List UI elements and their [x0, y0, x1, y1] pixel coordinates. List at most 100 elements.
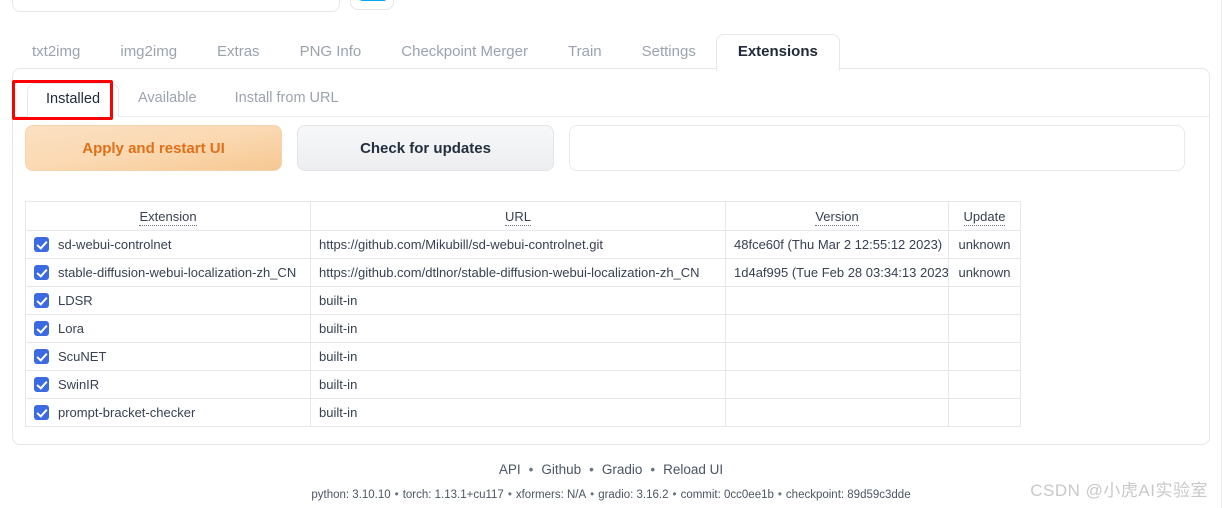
table-header-row: Extension URL Version Update: [25, 201, 1021, 231]
extension-name: SwinIR: [58, 377, 100, 392]
tab-txt2img[interactable]: txt2img: [12, 35, 100, 70]
table-row: ScuNET built-in: [25, 342, 1021, 371]
csdn-watermark: CSDN @小虎AI实验室: [1030, 481, 1208, 500]
table-row: SwinIR built-in: [25, 370, 1021, 399]
tab-settings[interactable]: Settings: [622, 35, 716, 70]
cell-url: built-in: [310, 398, 726, 427]
column-header-url[interactable]: URL: [310, 201, 726, 231]
extensions-table-body: sd-webui-controlnet https://github.com/Mi…: [25, 230, 1021, 427]
subtab-installed[interactable]: Installed: [27, 82, 120, 117]
cell-url: built-in: [310, 370, 726, 399]
footer-link-github[interactable]: Github: [541, 462, 581, 477]
cell-update: [948, 314, 1021, 343]
footer-separator: •: [589, 462, 594, 477]
footer-meta-item: python: 3.10.10: [311, 489, 391, 501]
apply-and-restart-ui-button[interactable]: Apply and restart UI: [25, 125, 282, 171]
extension-enabled-checkbox[interactable]: [34, 321, 49, 336]
column-header-update[interactable]: Update: [948, 201, 1021, 231]
cell-version: 48fce60f (Thu Mar 2 12:55:12 2023): [725, 230, 949, 259]
prompt-input-cropped[interactable]: [12, 0, 340, 12]
footer-meta-separator: •: [672, 489, 677, 501]
cell-version: 1d4af995 (Tue Feb 28 03:34:13 2023): [725, 258, 949, 287]
extensions-table-wrapper: Extension URL Version Update sd-webui-co…: [25, 201, 1021, 427]
column-header-extension[interactable]: Extension: [25, 201, 311, 231]
extensions-output-textbox[interactable]: [569, 125, 1185, 171]
cropped-top-strip: [0, 0, 1222, 14]
footer-meta-item: torch: 1.13.1+cu117: [402, 489, 504, 501]
cell-extension: SwinIR: [25, 370, 311, 399]
footer-meta-item: gradio: 3.16.2: [598, 489, 669, 501]
extensions-action-row: Apply and restart UI Check for updates: [25, 125, 1197, 171]
tab-png-info[interactable]: PNG Info: [280, 35, 382, 70]
column-header-url-label: URL: [504, 208, 531, 226]
table-row: Lora built-in: [25, 314, 1021, 343]
footer-separator: •: [650, 462, 656, 477]
tab-train[interactable]: Train: [548, 35, 622, 70]
footer-meta-item: commit: 0cc0ee1b: [680, 489, 774, 501]
column-header-version[interactable]: Version: [725, 201, 949, 231]
cell-update: [948, 342, 1021, 371]
app-root: txt2img img2img Extras PNG Info Checkpoi…: [0, 0, 1222, 508]
tab-extensions[interactable]: Extensions: [715, 34, 840, 71]
cell-update: unknown: [948, 230, 1021, 259]
main-tab-bar: txt2img img2img Extras PNG Info Checkpoi…: [0, 30, 1222, 71]
footer-meta-separator: •: [507, 489, 512, 501]
extension-name: prompt-bracket-checker: [58, 405, 196, 420]
extension-name: stable-diffusion-webui-localization-zh_C…: [58, 265, 297, 280]
column-header-update-label: Update: [963, 208, 1006, 226]
extension-enabled-checkbox[interactable]: [34, 265, 49, 280]
column-header-extension-label: Extension: [139, 208, 197, 226]
cell-url: https://github.com/dtlnor/stable-diffusi…: [310, 258, 726, 287]
footer-link-api[interactable]: API: [499, 462, 521, 477]
tab-checkpoint-merger[interactable]: Checkpoint Merger: [381, 35, 548, 70]
table-row: LDSR built-in: [25, 286, 1021, 315]
subtab-available[interactable]: Available: [119, 82, 216, 117]
extension-name: sd-webui-controlnet: [58, 237, 172, 252]
footer-link-gradio[interactable]: Gradio: [602, 462, 643, 477]
cell-url: built-in: [310, 342, 726, 371]
footer-meta-item: xformers: N/A: [515, 489, 587, 501]
cell-url: built-in: [310, 314, 726, 343]
extensions-panel: Installed Available Install from URL App…: [12, 68, 1210, 445]
cell-extension: prompt-bracket-checker: [25, 398, 311, 427]
extension-enabled-checkbox[interactable]: [34, 349, 49, 364]
tab-img2img[interactable]: img2img: [100, 35, 197, 70]
extensions-sub-tab-bar: Installed Available Install from URL: [13, 79, 1209, 117]
cell-extension: sd-webui-controlnet: [25, 230, 311, 259]
cell-url: https://github.com/Mikubill/sd-webui-con…: [310, 230, 726, 259]
extension-enabled-checkbox[interactable]: [34, 237, 49, 252]
cell-update: [948, 370, 1021, 399]
footer-meta-separator: •: [394, 489, 399, 501]
extension-enabled-checkbox[interactable]: [34, 377, 49, 392]
cell-version: [725, 398, 949, 427]
cell-extension: ScuNET: [25, 342, 311, 371]
blue-indicator-icon: [360, 0, 386, 1]
extension-name: LDSR: [58, 293, 93, 308]
footer-link-reload-ui[interactable]: Reload UI: [663, 462, 723, 477]
table-row: prompt-bracket-checker built-in: [25, 398, 1021, 427]
cell-extension: stable-diffusion-webui-localization-zh_C…: [25, 258, 311, 287]
footer-separator: •: [528, 462, 534, 477]
cell-version: [725, 342, 949, 371]
tab-extras[interactable]: Extras: [197, 35, 280, 70]
table-row: stable-diffusion-webui-localization-zh_C…: [25, 258, 1021, 287]
footer-meta-separator: •: [777, 489, 782, 501]
extension-name: ScuNET: [58, 349, 107, 364]
cell-url: built-in: [310, 286, 726, 315]
cell-update: [948, 398, 1021, 427]
cell-update: [948, 286, 1021, 315]
subtab-install-from-url[interactable]: Install from URL: [216, 82, 358, 117]
extension-enabled-checkbox[interactable]: [34, 293, 49, 308]
extensions-table: Extension URL Version Update sd-webui-co…: [25, 201, 1021, 427]
check-for-updates-button[interactable]: Check for updates: [297, 125, 554, 171]
cell-update: unknown: [948, 258, 1021, 287]
extension-enabled-checkbox[interactable]: [34, 405, 49, 420]
cell-version: [725, 370, 949, 399]
generate-button-cropped[interactable]: [350, 0, 394, 10]
footer-meta-separator: •: [590, 489, 595, 501]
footer-meta-item: checkpoint: 89d59c3dde: [785, 489, 911, 501]
extension-name: Lora: [58, 321, 85, 336]
column-header-version-label: Version: [815, 208, 859, 226]
cell-version: [725, 314, 949, 343]
cell-version: [725, 286, 949, 315]
